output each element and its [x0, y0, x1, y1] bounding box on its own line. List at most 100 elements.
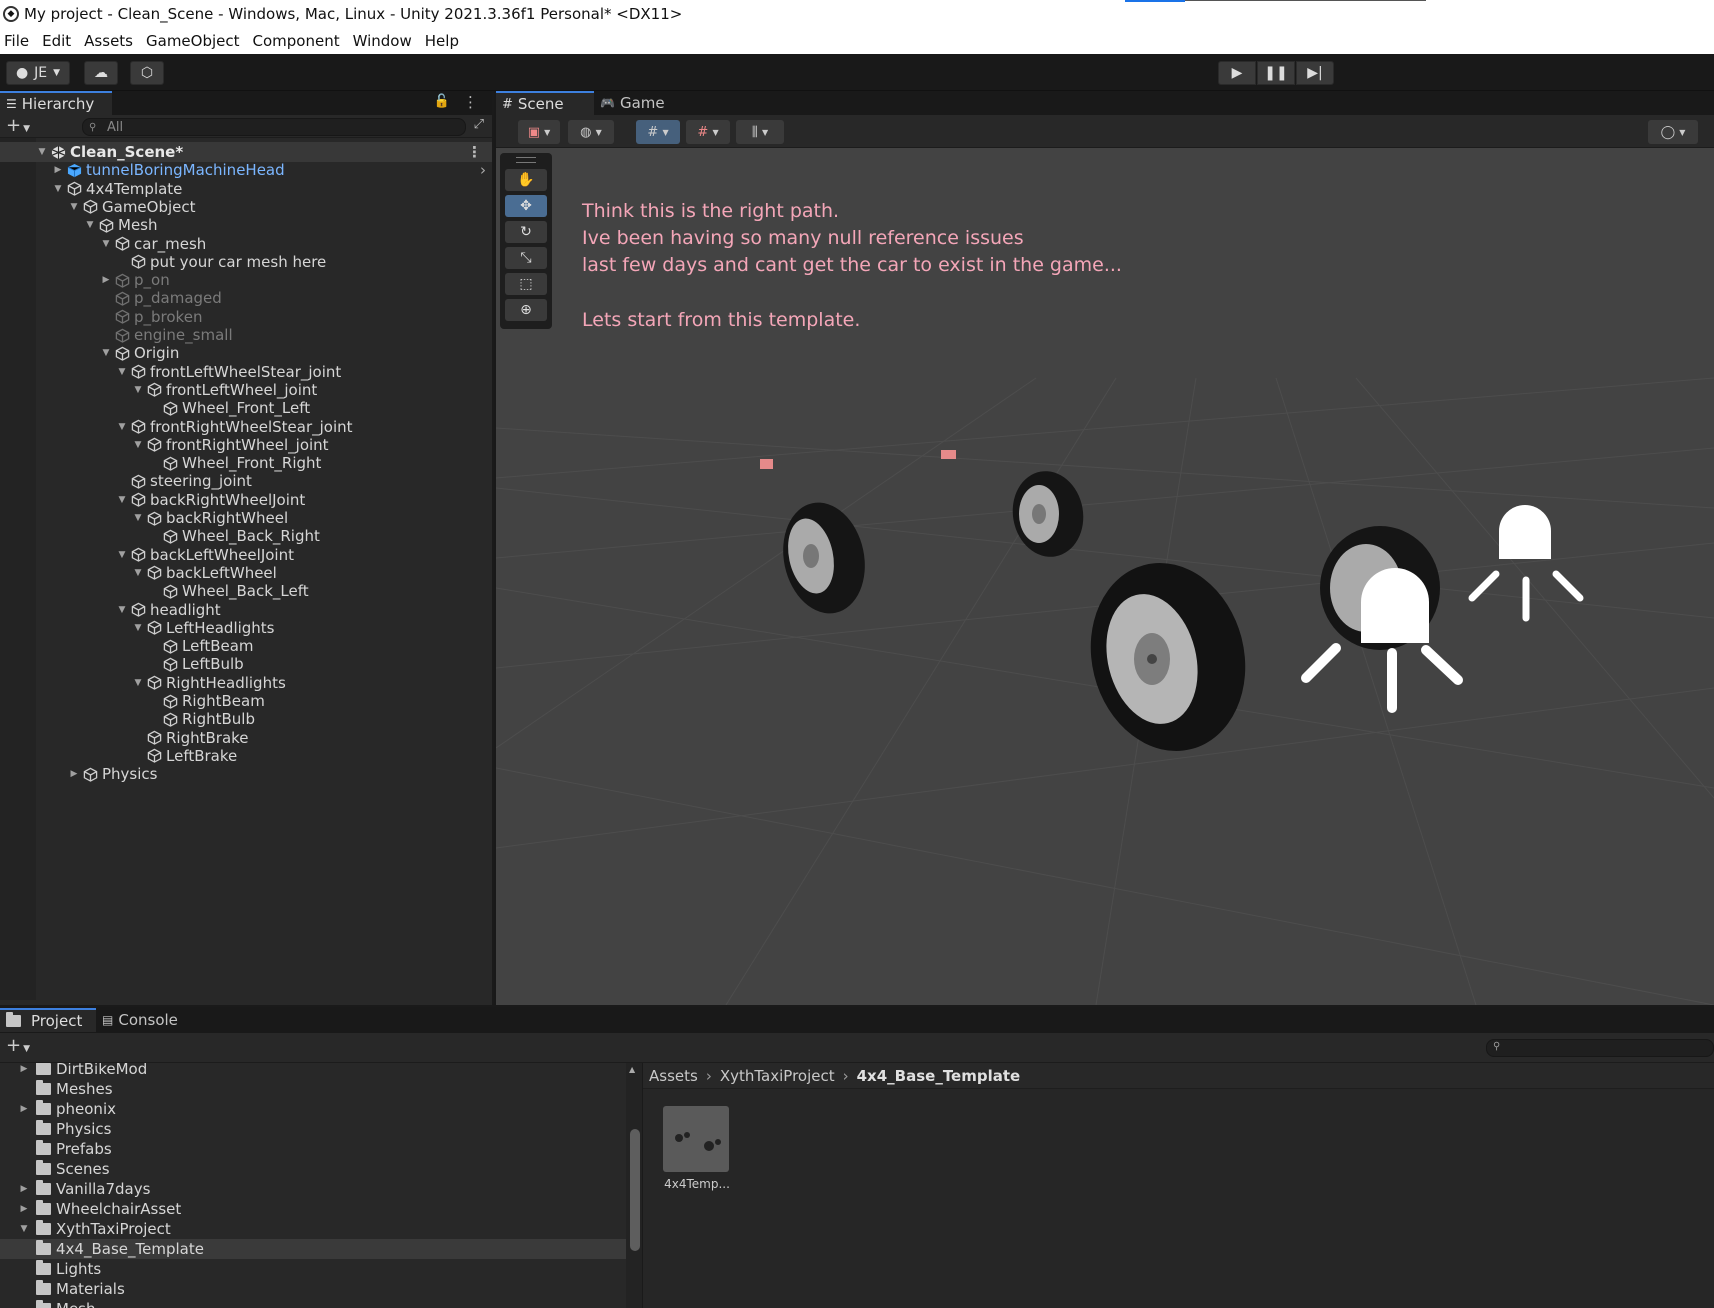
hierarchy-item[interactable]: p_broken: [0, 307, 492, 327]
hierarchy-item[interactable]: ▼ 4x4Template: [0, 179, 492, 199]
hierarchy-item[interactable]: ▼ GameObject: [0, 197, 492, 217]
hierarchy-item[interactable]: Wheel_Back_Right: [0, 526, 492, 546]
hierarchy-item[interactable]: p_damaged: [0, 288, 492, 308]
expand-arrow-icon[interactable]: ▼: [132, 440, 144, 450]
expand-arrow-icon[interactable]: ▼: [68, 202, 80, 212]
expand-arrow-icon[interactable]: ▼: [132, 385, 144, 395]
folder-expand-arrow-icon[interactable]: ▶: [18, 1204, 30, 1214]
folder-expand-arrow-icon[interactable]: ▶: [18, 1104, 30, 1114]
hierarchy-item[interactable]: ▼ LeftHeadlights: [0, 618, 492, 638]
hierarchy-item[interactable]: ▼ Mesh: [0, 215, 492, 235]
expand-arrow-icon[interactable]: ▼: [132, 623, 144, 633]
tab-console[interactable]: ▤ Console: [96, 1008, 188, 1032]
hierarchy-item[interactable]: ▼ car_mesh: [0, 234, 492, 254]
project-search-input[interactable]: ⚲: [1486, 1039, 1714, 1057]
brake-light-gizmo[interactable]: [760, 459, 773, 469]
expand-arrow-icon[interactable]: ▼: [84, 220, 96, 230]
breadcrumb-item[interactable]: Assets: [649, 1067, 698, 1085]
brake-light-gizmo[interactable]: [941, 450, 956, 459]
folder-item[interactable]: Scenes: [0, 1159, 626, 1179]
create-asset-button[interactable]: + ▼: [6, 1035, 30, 1056]
hierarchy-item[interactable]: ▼ frontLeftWheel_joint: [0, 380, 492, 400]
expand-arrow-icon[interactable]: ▼: [116, 422, 128, 432]
collapse-arrow-icon[interactable]: ▶: [52, 165, 64, 175]
hierarchy-item[interactable]: LeftBulb: [0, 654, 492, 674]
account-dropdown[interactable]: ● JE ▼: [6, 61, 70, 85]
hierarchy-item[interactable]: ▼ backLeftWheel: [0, 563, 492, 583]
folder-item[interactable]: Mesh: [0, 1299, 626, 1308]
increment-snap-dropdown[interactable]: ⫼ ▼: [736, 120, 784, 144]
draw-mode-dropdown[interactable]: ▣ ▼: [518, 120, 560, 144]
hierarchy-item[interactable]: LeftBeam: [0, 636, 492, 656]
hierarchy-item[interactable]: ▼ frontLeftWheelStear_joint: [0, 362, 492, 382]
hierarchy-item[interactable]: ▼ frontRightWheelStear_joint: [0, 417, 492, 437]
folder-item[interactable]: ▼ XythTaxiProject: [0, 1219, 626, 1239]
cloud-button[interactable]: ☁: [84, 61, 118, 85]
hierarchy-item[interactable]: RightBulb: [0, 709, 492, 729]
scene-row[interactable]: ▼ Clean_Scene* ⋮: [0, 142, 492, 162]
open-prefab-chevron-icon[interactable]: ›: [480, 161, 486, 179]
folder-item[interactable]: Prefabs: [0, 1139, 626, 1159]
menu-item-file[interactable]: File: [0, 32, 36, 50]
add-object-button[interactable]: + ▼: [6, 115, 30, 136]
tab-hierarchy[interactable]: ☰ Hierarchy: [0, 91, 112, 115]
menu-item-component[interactable]: Component: [249, 32, 347, 50]
grid-toggle[interactable]: # ▼: [636, 120, 680, 144]
folder-item[interactable]: Meshes: [0, 1079, 626, 1099]
hierarchy-item[interactable]: ▼ frontRightWheel_joint: [0, 435, 492, 455]
collab-button[interactable]: ⬡: [130, 61, 164, 85]
wheel-back-right[interactable]: [1006, 466, 1090, 563]
breadcrumb-current[interactable]: 4x4_Base_Template: [857, 1067, 1021, 1085]
scene-menu-icon[interactable]: ⋮: [467, 143, 482, 161]
pause-button[interactable]: ❚❚: [1257, 61, 1295, 85]
menu-item-window[interactable]: Window: [349, 32, 419, 50]
tab-project[interactable]: Project: [0, 1008, 96, 1032]
folder-item[interactable]: 4x4_Base_Template: [0, 1239, 626, 1259]
hierarchy-item[interactable]: Wheel_Back_Left: [0, 581, 492, 601]
play-button[interactable]: ▶: [1218, 61, 1256, 85]
expand-arrow-icon[interactable]: ▼: [100, 348, 112, 358]
hierarchy-item[interactable]: Wheel_Front_Right: [0, 453, 492, 473]
hierarchy-item[interactable]: ▶ tunnelBoringMachineHead ›: [0, 160, 492, 180]
hierarchy-item[interactable]: LeftBrake: [0, 746, 492, 766]
menu-item-gameobject[interactable]: GameObject: [142, 32, 247, 50]
folder-item[interactable]: Materials: [0, 1279, 626, 1299]
expand-arrow-icon[interactable]: ▼: [116, 550, 128, 560]
hierarchy-item[interactable]: ▼ backRightWheelJoint: [0, 490, 492, 510]
menu-item-assets[interactable]: Assets: [80, 32, 140, 50]
folder-item[interactable]: Lights: [0, 1259, 626, 1279]
expand-arrow-icon[interactable]: ▼: [132, 678, 144, 688]
hierarchy-item[interactable]: ▼ headlight: [0, 600, 492, 620]
spot-light-gizmo[interactable]: [1468, 505, 1584, 622]
folder-expand-arrow-icon[interactable]: ▶: [18, 1064, 30, 1074]
scene-visibility-icon[interactable]: ⤢: [474, 117, 484, 132]
hierarchy-item[interactable]: steering_joint: [0, 471, 492, 491]
menu-item-edit[interactable]: Edit: [38, 32, 78, 50]
expand-arrow-icon[interactable]: ▼: [36, 147, 48, 157]
folder-item[interactable]: ▶ Vanilla7days: [0, 1179, 626, 1199]
hierarchy-item[interactable]: ▶ Physics: [0, 764, 492, 784]
more-menu-icon[interactable]: ⋮: [463, 93, 478, 111]
expand-arrow-icon[interactable]: ▼: [132, 513, 144, 523]
hierarchy-item[interactable]: ▼ backRightWheel: [0, 508, 492, 528]
wheel-back-left[interactable]: [773, 495, 875, 621]
wheel-front-left[interactable]: [1071, 546, 1264, 767]
expand-arrow-icon[interactable]: ▼: [52, 184, 64, 194]
expand-arrow-icon[interactable]: ▼: [132, 568, 144, 578]
snap-toggle[interactable]: # ▼: [686, 120, 730, 144]
folder-item[interactable]: Physics: [0, 1119, 626, 1139]
menu-item-help[interactable]: Help: [421, 32, 466, 50]
hierarchy-item[interactable]: RightBeam: [0, 691, 492, 711]
hierarchy-search-input[interactable]: ⚲ All: [82, 118, 466, 136]
tab-scene[interactable]: # Scene: [496, 91, 594, 115]
render-mode-dropdown[interactable]: ◍ ▼: [568, 120, 614, 144]
expand-arrow-icon[interactable]: ▼: [116, 605, 128, 615]
collapse-arrow-icon[interactable]: ▶: [100, 275, 112, 285]
gizmos-dropdown[interactable]: ◯ ▼: [1648, 120, 1698, 144]
breadcrumb-item[interactable]: XythTaxiProject: [720, 1067, 835, 1085]
scrollbar-thumb[interactable]: [630, 1129, 640, 1251]
hierarchy-item[interactable]: ▼ Origin: [0, 343, 492, 363]
hierarchy-item[interactable]: put your car mesh here: [0, 252, 492, 272]
folder-item[interactable]: ▶ pheonix: [0, 1099, 626, 1119]
tab-game[interactable]: 🎮 Game: [594, 91, 675, 115]
